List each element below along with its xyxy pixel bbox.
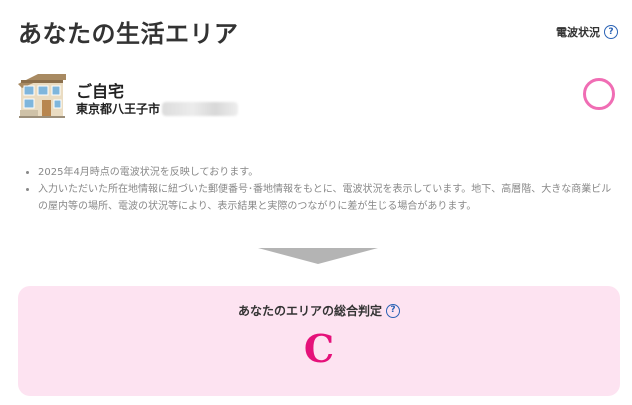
home-location-row: ご自宅 東京都八王子市 [18, 72, 618, 120]
home-address-text: 東京都八王子市 [76, 102, 161, 116]
notes-list: 2025年4月時点の電波状況を反映しております。 入力いただいた所在地情報に紐づ… [20, 164, 620, 215]
note-item: 入力いただいた所在地情報に紐づいた郵便番号･番地情報をもとに、電波状況を表示して… [38, 181, 620, 215]
judgement-title-row: あなたのエリアの総合判定 ? [18, 302, 620, 319]
overall-judgement-card: あなたのエリアの総合判定 ? C [18, 286, 620, 396]
page-title: あなたの生活エリア [18, 20, 239, 48]
house-icon [18, 74, 66, 118]
address-redacted-blur [162, 101, 239, 116]
help-icon[interactable]: ? [604, 25, 618, 39]
home-address: 東京都八王子市 [76, 100, 239, 117]
signal-status-link[interactable]: 電波状況 ? [556, 24, 618, 40]
signal-status-circle-icon [583, 78, 615, 110]
home-name: ご自宅 [76, 82, 125, 101]
signal-status-label: 電波状況 [556, 26, 600, 39]
help-icon[interactable]: ? [386, 303, 400, 318]
judgement-grade: C [303, 326, 335, 371]
judgement-title: あなたのエリアの総合判定 [237, 304, 382, 318]
living-area-page: あなたの生活エリア 電波状況 ? ご自宅 東京都八王子市 2025年4月時点の電… [0, 0, 632, 405]
arrow-down-icon [258, 248, 378, 264]
note-item: 2025年4月時点の電波状況を反映しております。 [38, 164, 620, 181]
